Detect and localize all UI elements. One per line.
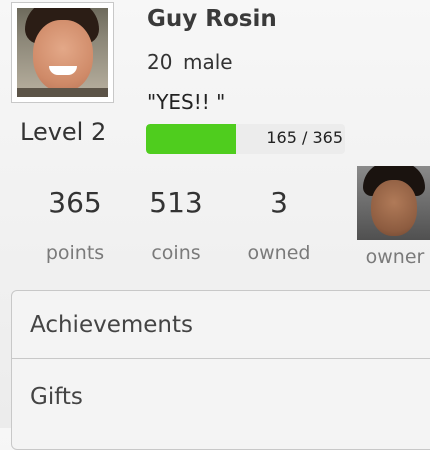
xp-progress-fill: [146, 124, 236, 154]
xp-progress-text: 165 / 365: [266, 128, 343, 147]
user-gender: male: [183, 50, 233, 74]
owner-label: owner: [365, 246, 425, 268]
user-status: "YES!! ": [147, 90, 226, 114]
level-label: Level 2: [20, 118, 107, 146]
stat-owned-value: 3: [270, 186, 288, 219]
stat-coins-value: 513: [149, 186, 203, 219]
stat-coins-label: coins: [151, 242, 201, 264]
stat-owned[interactable]: 3 owned: [224, 186, 334, 264]
xp-progress-bar: 165 / 365: [146, 124, 345, 154]
stat-points-value: 365: [48, 186, 102, 219]
menu-item-gifts[interactable]: Gifts: [12, 363, 430, 431]
stat-coins[interactable]: 513 coins: [121, 186, 231, 264]
stat-owned-label: owned: [247, 242, 311, 264]
user-age: 20: [147, 50, 173, 74]
user-avatar-photo: [17, 8, 108, 97]
stat-points[interactable]: 365 points: [20, 186, 130, 264]
profile-menu: Achievements Gifts: [11, 290, 430, 450]
menu-item-achievements[interactable]: Achievements: [12, 291, 430, 359]
user-name: Guy Rosin: [147, 6, 277, 32]
owner-avatar[interactable]: [357, 166, 430, 240]
stat-points-label: points: [45, 242, 105, 264]
user-avatar[interactable]: [11, 2, 114, 103]
